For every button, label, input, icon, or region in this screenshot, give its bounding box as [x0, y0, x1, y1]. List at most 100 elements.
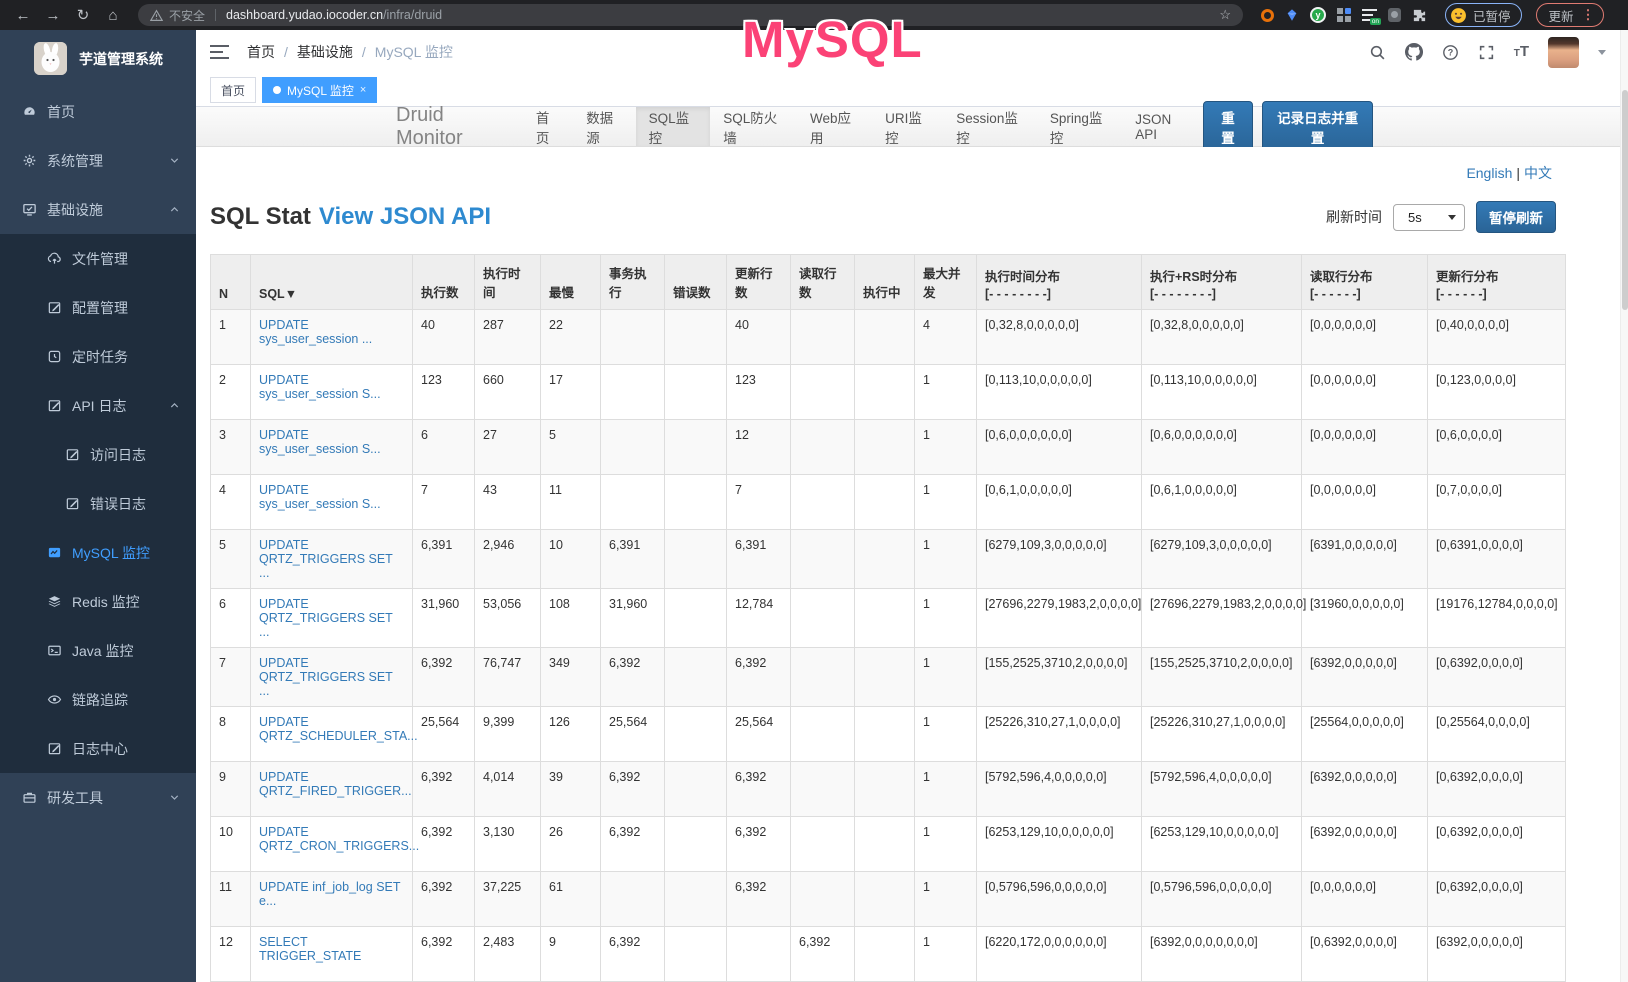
sql-link[interactable]: UPDATE QRTZ_CRON_TRIGGERS... — [259, 825, 419, 853]
druid-nav-item[interactable]: SQL监控 — [636, 107, 711, 146]
browser-forward-button[interactable]: → — [40, 7, 66, 24]
sql-link[interactable]: UPDATE sys_user_session S... — [259, 373, 381, 401]
column-header-errors[interactable]: 错误数 — [665, 255, 727, 310]
reset-button[interactable]: 重置 — [1203, 101, 1253, 153]
puzzle-extensions-icon[interactable] — [1412, 8, 1427, 23]
column-header-exec-time[interactable]: 执行时间 — [475, 255, 541, 310]
column-header-max-concurrent[interactable]: 最大并发 — [915, 255, 977, 310]
druid-nav-item[interactable]: URI监控 — [872, 107, 943, 146]
url-path[interactable]: /infra/druid — [383, 8, 442, 22]
sql-link[interactable]: UPDATE QRTZ_SCHEDULER_STA... — [259, 715, 418, 743]
sidebar-item-mysql-monitor[interactable]: MySQL 监控 — [0, 528, 196, 577]
extension-gem-icon[interactable] — [1285, 8, 1299, 22]
sql-link[interactable]: UPDATE sys_user_session S... — [259, 483, 381, 511]
cell-read-rows — [791, 707, 855, 762]
app-logo-row[interactable]: 芋道管理系统 — [0, 30, 196, 87]
column-header-exec-rs-dist[interactable]: 执行+RS时分布[- - - - - - - -] — [1142, 255, 1302, 310]
url-host[interactable]: dashboard.yudao.iocoder.cn — [226, 8, 383, 22]
sidebar-item-home[interactable]: 首页 — [0, 87, 196, 136]
sql-link[interactable]: UPDATE QRTZ_TRIGGERS SET ... — [259, 656, 393, 698]
sql-link[interactable]: UPDATE QRTZ_FIRED_TRIGGER... — [259, 770, 412, 798]
monitor-check-icon — [21, 202, 37, 217]
druid-nav-item[interactable]: JSON API — [1122, 107, 1203, 146]
cell-n: 6 — [211, 589, 251, 648]
extension-blocks-icon[interactable] — [1337, 8, 1351, 22]
help-icon[interactable]: ? — [1442, 44, 1459, 61]
lang-chinese-link[interactable]: 中文 — [1524, 165, 1552, 181]
druid-nav-item[interactable]: 首页 — [523, 107, 573, 146]
druid-nav-item[interactable]: SQL防火墙 — [710, 107, 797, 146]
sql-link[interactable]: UPDATE QRTZ_TRIGGERS SET ... — [259, 597, 393, 639]
extension-list-icon[interactable]: on — [1362, 8, 1377, 22]
browser-home-button[interactable]: ⌂ — [100, 7, 126, 24]
tab-home[interactable]: 首页 — [210, 77, 256, 103]
profile-paused-chip[interactable]: 已暂停 — [1445, 3, 1522, 27]
sql-link[interactable]: UPDATE QRTZ_TRIGGERS SET ... — [259, 538, 393, 580]
druid-nav-item[interactable]: Session监控 — [943, 107, 1037, 146]
sidebar-item-dev-tools[interactable]: 研发工具 — [0, 773, 196, 822]
column-header-n[interactable]: N — [211, 255, 251, 310]
browser-back-button[interactable]: ← — [10, 7, 36, 24]
breadcrumb-infra[interactable]: 基础设施 — [297, 42, 353, 62]
column-header-exec-count[interactable]: 执行数 — [413, 255, 475, 310]
page-scrollbar[interactable] — [1620, 30, 1628, 982]
close-icon[interactable]: × — [360, 84, 366, 96]
github-icon[interactable] — [1405, 43, 1423, 61]
druid-nav-item[interactable]: Web应用 — [797, 107, 872, 146]
avatar[interactable] — [1548, 37, 1579, 68]
sql-link[interactable]: UPDATE sys_user_session ... — [259, 318, 372, 346]
extension-gray-icon[interactable] — [1388, 8, 1401, 22]
sidebar-item-infrastructure[interactable]: 基础设施 — [0, 185, 196, 234]
druid-nav-item[interactable]: Spring监控 — [1037, 107, 1122, 146]
log-and-reset-button[interactable]: 记录日志并重置 — [1262, 101, 1373, 153]
druid-nav-item[interactable]: 数据源 — [573, 107, 635, 146]
security-label[interactable]: 不安全 — [169, 7, 205, 24]
column-header-update-rows[interactable]: 更新行数 — [727, 255, 791, 310]
sidebar-item-access-log[interactable]: 访问日志 — [0, 430, 196, 479]
column-header-update-row-dist[interactable]: 更新行分布[- - - - - -] — [1428, 255, 1566, 310]
view-json-api-link[interactable]: View JSON API — [319, 203, 491, 231]
extension-on-badge: on — [1370, 18, 1381, 25]
column-header-sql[interactable]: SQL▼ — [251, 255, 413, 310]
column-header-running[interactable]: 执行中 — [855, 255, 915, 310]
browser-reload-button[interactable]: ↻ — [70, 6, 96, 24]
cell-exec-count: 6,392 — [413, 762, 475, 817]
sidebar-item-file-mgmt[interactable]: 文件管理 — [0, 234, 196, 283]
sidebar-item-error-log[interactable]: 错误日志 — [0, 479, 196, 528]
refresh-interval-select[interactable]: 5s — [1393, 204, 1465, 231]
browser-menu-icon[interactable]: ⋮ — [1582, 7, 1595, 23]
extensions-area: y on — [1261, 7, 1427, 23]
scrollbar-thumb[interactable] — [1622, 90, 1628, 310]
druid-brand[interactable]: Druid Monitor — [381, 104, 523, 150]
user-menu-caret-icon[interactable] — [1598, 50, 1606, 55]
sidebar-item-tracing[interactable]: 链路追踪 — [0, 675, 196, 724]
sql-link[interactable]: UPDATE sys_user_session S... — [259, 428, 381, 456]
extension-y-icon[interactable]: y — [1310, 7, 1326, 23]
sql-link[interactable]: SELECT TRIGGER_STATE — [259, 935, 361, 963]
column-header-tx-exec[interactable]: 事务执行 — [601, 255, 665, 310]
lang-english-link[interactable]: English — [1466, 165, 1512, 181]
sidebar-item-config-mgmt[interactable]: 配置管理 — [0, 283, 196, 332]
browser-update-button[interactable]: 更新 ⋮ — [1536, 3, 1604, 27]
column-header-read-rows[interactable]: 读取行数 — [791, 255, 855, 310]
sidebar-item-redis-monitor[interactable]: Redis 监控 — [0, 577, 196, 626]
sidebar-item-system-mgmt[interactable]: 系统管理 — [0, 136, 196, 185]
column-header-exec-time-dist[interactable]: 执行时间分布[- - - - - - - -] — [977, 255, 1142, 310]
pause-refresh-button[interactable]: 暂停刷新 — [1476, 201, 1556, 233]
sql-link[interactable]: UPDATE inf_job_log SET e... — [259, 880, 400, 908]
fullscreen-icon[interactable] — [1478, 44, 1495, 61]
sidebar-item-log-center[interactable]: 日志中心 — [0, 724, 196, 773]
sidebar-item-scheduled-jobs[interactable]: 定时任务 — [0, 332, 196, 381]
sidebar-toggle-icon[interactable] — [210, 45, 229, 59]
font-size-icon[interactable]: TT — [1514, 43, 1529, 61]
column-header-read-row-dist[interactable]: 读取行分布[- - - - - -] — [1302, 255, 1428, 310]
sidebar-item-java-monitor[interactable]: Java 监控 — [0, 626, 196, 675]
sidebar-item-api-log[interactable]: API 日志 — [0, 381, 196, 430]
bookmark-star-icon[interactable]: ☆ — [1219, 7, 1231, 23]
breadcrumb-home[interactable]: 首页 — [247, 42, 275, 62]
extension-donut-icon[interactable] — [1261, 9, 1274, 22]
search-icon[interactable] — [1369, 44, 1386, 61]
column-header-slowest[interactable]: 最慢 — [541, 255, 601, 310]
address-bar[interactable]: 不安全 dashboard.yudao.iocoder.cn /infra/dr… — [138, 4, 1243, 26]
tab-mysql-monitor[interactable]: MySQL 监控 × — [262, 77, 377, 103]
